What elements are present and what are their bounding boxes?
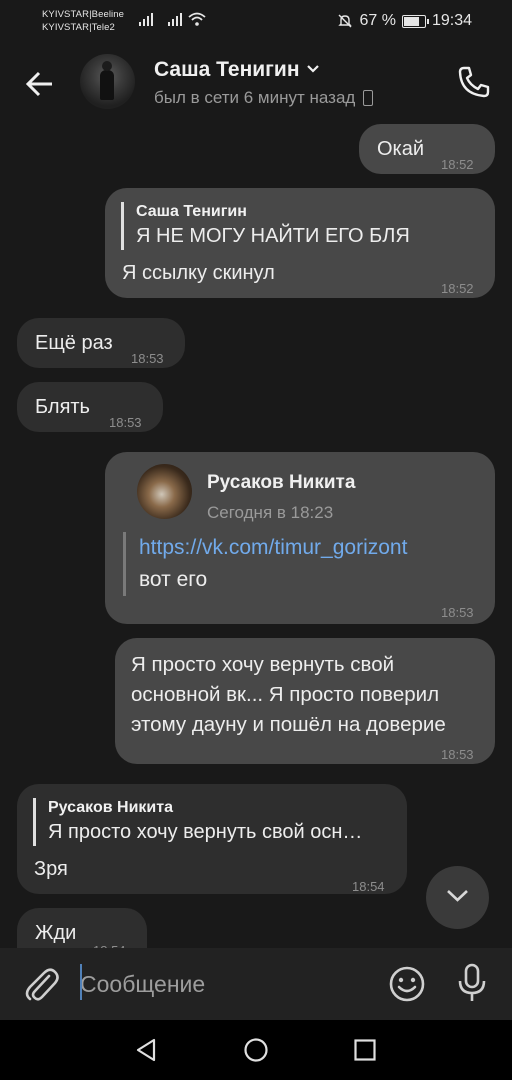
message-line: основной вк... Я просто поверил	[131, 683, 440, 706]
carrier-2: KYIVSTAR|Tele2	[42, 22, 115, 33]
chat-header: Саша Тенигин был в сети 6 минут назад	[0, 42, 512, 124]
chevron-down-icon	[447, 890, 468, 902]
scroll-down-button[interactable]	[426, 866, 489, 929]
system-nav-bar	[0, 1020, 512, 1080]
message-text: Зря	[34, 858, 68, 880]
microphone-icon[interactable]	[455, 962, 489, 1004]
battery-fill	[403, 16, 419, 26]
status-right: 67 % 19:34	[337, 12, 472, 30]
carrier-1: KYIVSTAR|Beeline	[42, 9, 125, 20]
mute-bell-icon	[338, 14, 353, 28]
wifi-icon	[188, 12, 206, 26]
quote-text: Я просто хочу вернуть свой осн…	[48, 821, 363, 843]
message-in[interactable]: Блять 18:53	[17, 382, 163, 432]
message-text: Я просто хочу вернуть свой основной вк..…	[131, 650, 446, 740]
message-time: 18:52	[441, 157, 474, 172]
forward-body: https://vk.com/timur_gorizont вот его	[123, 532, 407, 596]
reply-quote[interactable]: Русаков Никита Я просто хочу вернуть сво…	[33, 798, 362, 846]
message-line: этому дауну и пошёл на доверие	[131, 713, 446, 736]
message-text: Блять	[35, 396, 90, 418]
last-seen-text: был в сети 6 минут назад	[154, 88, 356, 107]
message-in[interactable]: Ещё раз 18:53	[17, 318, 185, 368]
clock: 19:34	[431, 12, 472, 29]
message-text: Я ссылку скинул	[122, 262, 275, 284]
message-out-reply[interactable]: Саша Тенигин Я НЕ МОГУ НАЙТИ ЕГО БЛЯ Я с…	[105, 188, 495, 298]
nav-home-icon[interactable]	[243, 1037, 269, 1063]
contact-name[interactable]: Саша Тенигин	[154, 58, 320, 82]
text-caret	[80, 964, 82, 1000]
message-link[interactable]: https://vk.com/timur_gorizont	[139, 532, 407, 564]
message-out[interactable]: Я просто хочу вернуть свой основной вк..…	[115, 638, 495, 764]
last-seen: был в сети 6 минут назад	[154, 88, 374, 108]
quote-author: Русаков Никита	[48, 799, 173, 816]
status-bar: KYIVSTAR|Beeline KYIVSTAR|Tele2 67 % 19:…	[0, 0, 512, 42]
paperclip-icon[interactable]	[22, 964, 60, 1004]
message-text: Жди	[35, 922, 77, 944]
message-out-forward[interactable]: Русаков Никита Сегодня в 18:23 https://v…	[105, 452, 495, 624]
forward-date: Сегодня в 18:23	[207, 503, 334, 522]
message-out[interactable]: Окай 18:52	[359, 124, 495, 174]
message-line: Я просто хочу вернуть свой	[131, 653, 395, 676]
nav-recents-icon[interactable]	[352, 1037, 378, 1063]
contact-name-text: Саша Тенигин	[154, 58, 300, 81]
smiley-icon[interactable]	[388, 965, 426, 1003]
battery-percent: 67 %	[359, 12, 396, 29]
mobile-icon	[363, 90, 374, 106]
battery-icon	[401, 14, 429, 28]
chevron-down-icon	[306, 65, 319, 73]
message-text: Ещё раз	[35, 332, 113, 354]
carrier-info: KYIVSTAR|Beeline KYIVSTAR|Tele2	[42, 8, 124, 34]
signal-icon	[168, 13, 182, 26]
nav-back-icon[interactable]	[134, 1037, 160, 1063]
avatar[interactable]	[80, 54, 135, 109]
avatar[interactable]	[137, 464, 192, 519]
signal-icon	[139, 13, 153, 26]
quote-text: Я НЕ МОГУ НАЙТИ ЕГО БЛЯ	[136, 225, 410, 247]
message-text: Окай	[377, 138, 425, 160]
message-time: 18:52	[441, 281, 474, 296]
forwarded-message[interactable]: Русаков Никита Сегодня в 18:23 https://v…	[105, 452, 495, 624]
forward-author[interactable]: Русаков Никита	[207, 468, 355, 498]
arrow-left-icon[interactable]	[20, 66, 60, 102]
message-time: 18:53	[109, 415, 142, 430]
message-in-reply[interactable]: Русаков Никита Я просто хочу вернуть сво…	[17, 784, 407, 894]
message-time: 18:53	[131, 351, 164, 366]
message-composer	[0, 948, 512, 1020]
message-input[interactable]	[80, 966, 370, 1002]
message-text: вот его	[139, 568, 208, 591]
message-in[interactable]: Жди 18:54	[17, 908, 147, 958]
reply-quote[interactable]: Саша Тенигин Я НЕ МОГУ НАЙТИ ЕГО БЛЯ	[121, 202, 410, 250]
message-time: 18:54	[352, 879, 385, 894]
message-time: 18:53	[441, 605, 474, 620]
phone-icon[interactable]	[456, 64, 492, 100]
quote-author: Саша Тенигин	[136, 203, 247, 220]
message-time: 18:53	[441, 747, 474, 762]
